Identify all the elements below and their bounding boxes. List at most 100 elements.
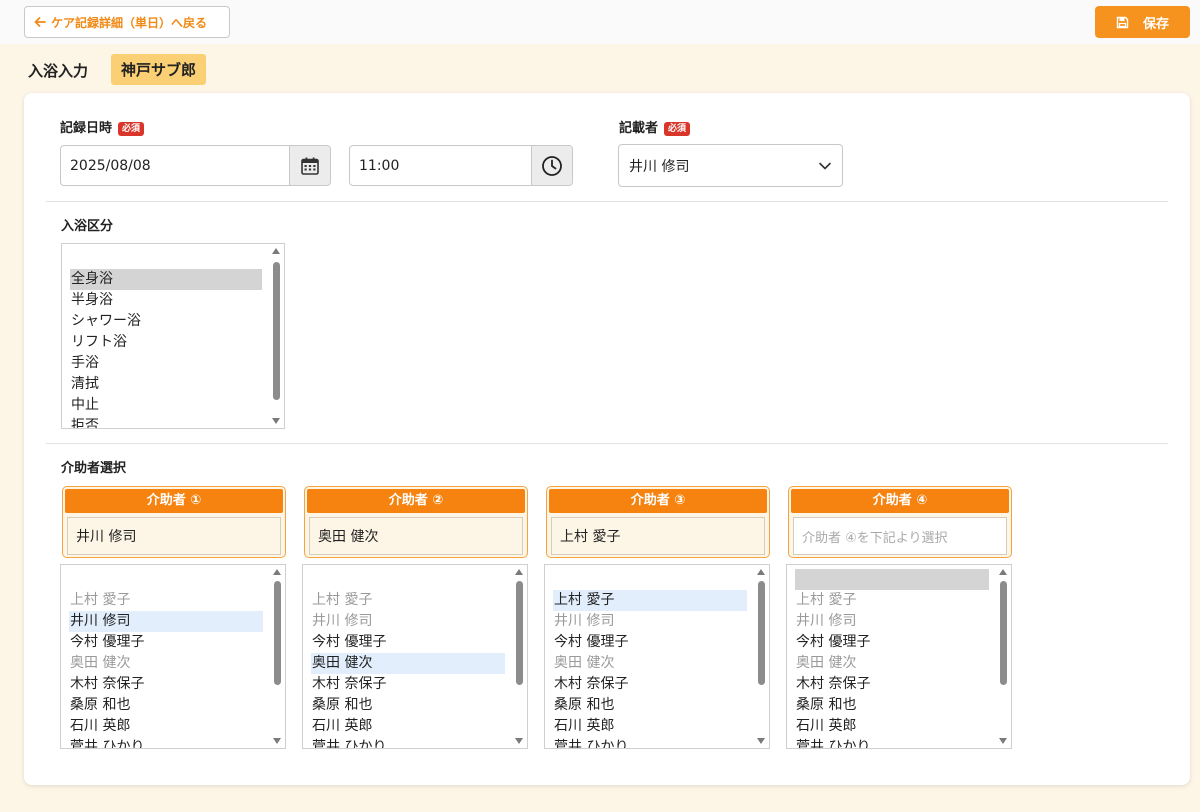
date-input-group [60, 145, 331, 186]
helper-option[interactable]: 井川 修司 [311, 611, 505, 632]
helper-card-1: 介助者 ① 井川 修司 [62, 486, 286, 558]
bath-type-scrollbar[interactable] [271, 246, 282, 426]
bath-type-option[interactable]: 半身浴 [70, 290, 262, 311]
scroll-up-icon[interactable] [273, 569, 281, 575]
helper-option[interactable]: 石川 英郎 [795, 716, 989, 737]
helper-scrollbar[interactable] [998, 567, 1009, 746]
required-badge: 必須 [118, 122, 145, 136]
save-icon [1116, 16, 1129, 28]
bath-type-option[interactable]: シャワー浴 [70, 311, 262, 332]
scroll-down-icon[interactable] [757, 738, 765, 744]
bath-type-option[interactable]: 中止 [70, 395, 262, 416]
helper-option[interactable]: 今村 優理子 [69, 632, 263, 653]
time-input[interactable] [350, 146, 531, 185]
helper-options: 上村 愛子 井川 修司 今村 優理子 奥田 健次 木村 奈保子 桑原 和也 石川 英郎 菅井 … [795, 569, 989, 748]
helper-option[interactable]: 奥田 健次 [795, 653, 989, 674]
helper-option[interactable]: 桑原 和也 [795, 695, 989, 716]
bath-type-option[interactable]: 清拭 [70, 374, 262, 395]
helper-selected-value[interactable]: 上村 愛子 [551, 517, 765, 555]
scroll-thumb[interactable] [274, 581, 281, 685]
helper-option[interactable]: 菅井 ひかり [69, 737, 263, 748]
helper-option[interactable]: 上村 愛子 [553, 590, 747, 611]
helper-option[interactable]: 菅井 ひかり [795, 737, 989, 748]
recorder-label-text: 記載者 [619, 121, 659, 136]
scroll-thumb[interactable] [273, 262, 280, 400]
date-input[interactable] [61, 146, 289, 185]
helper-option[interactable]: 奥田 健次 [311, 653, 505, 674]
helper-title: 介助者 ② [307, 489, 525, 513]
helper-option[interactable]: 菅井 ひかり [311, 737, 505, 748]
bath-type-option[interactable]: 手浴 [70, 353, 262, 374]
back-button-label: ケア記録詳細（単日）へ戻る [51, 15, 208, 30]
bath-type-label: 入浴区分 [61, 218, 113, 236]
scroll-thumb[interactable] [516, 581, 523, 685]
helper-options: 上村 愛子 井川 修司 今村 優理子 奥田 健次 木村 奈保子 桑原 和也 石川 英郎 菅井 … [69, 590, 263, 748]
helper-selected-value[interactable]: 井川 修司 [67, 517, 281, 555]
helper-option[interactable]: 木村 奈保子 [553, 674, 747, 695]
helper-option[interactable]: 井川 修司 [553, 611, 747, 632]
section-divider [46, 201, 1168, 202]
helper-card-2: 介助者 ② 奥田 健次 [304, 486, 528, 558]
bath-type-listbox[interactable]: 全身浴 半身浴 シャワー浴 リフト浴 手浴 清拭 中止 拒否 [61, 243, 285, 429]
scroll-thumb[interactable] [1000, 581, 1007, 685]
scroll-up-icon[interactable] [272, 248, 280, 254]
helper-option[interactable]: 今村 優理子 [553, 632, 747, 653]
scroll-thumb[interactable] [758, 581, 765, 685]
helper-option[interactable]: 今村 優理子 [311, 632, 505, 653]
top-bar: ケア記録詳細（単日）へ戻る 保存 [0, 0, 1200, 44]
helper-option[interactable]: 上村 愛子 [795, 590, 989, 611]
helper-listbox-1[interactable]: 上村 愛子 井川 修司 今村 優理子 奥田 健次 木村 奈保子 桑原 和也 石川 英郎 菅井 … [60, 564, 286, 749]
scroll-up-icon[interactable] [999, 569, 1007, 575]
helper-option[interactable]: 石川 英郎 [553, 716, 747, 737]
scroll-up-icon[interactable] [515, 569, 523, 575]
save-button[interactable]: 保存 [1095, 6, 1190, 38]
calendar-button[interactable] [289, 146, 330, 185]
recorder-label: 記載者 必須 [619, 120, 691, 138]
helper-scrollbar[interactable] [756, 567, 767, 746]
helper-section-label-text: 介助者選択 [61, 461, 127, 476]
back-button[interactable]: ケア記録詳細（単日）へ戻る [24, 6, 230, 38]
helper-selected-value[interactable]: 介助者 ④を下記より選択 [793, 517, 1007, 555]
helper-option[interactable]: 井川 修司 [795, 611, 989, 632]
helper-title: 介助者 ③ [549, 489, 767, 513]
helper-option[interactable]: 桑原 和也 [69, 695, 263, 716]
clock-button[interactable] [531, 146, 572, 185]
scroll-down-icon[interactable] [999, 738, 1007, 744]
helper-listbox-3[interactable]: 上村 愛子 井川 修司 今村 優理子 奥田 健次 木村 奈保子 桑原 和也 石川 英郎 菅井 … [544, 564, 770, 749]
helper-option[interactable]: 木村 奈保子 [311, 674, 505, 695]
record-datetime-label: 記録日時 必須 [60, 120, 145, 138]
helper-option[interactable]: 奥田 健次 [553, 653, 747, 674]
helper-option[interactable]: 今村 優理子 [795, 632, 989, 653]
helper-option[interactable]: 奥田 健次 [69, 653, 263, 674]
helper-option[interactable]: 石川 英郎 [311, 716, 505, 737]
arrow-left-icon [34, 17, 46, 27]
helper-option[interactable]: 木村 奈保子 [795, 674, 989, 695]
bath-type-option[interactable]: 全身浴 [70, 269, 262, 290]
helper-option[interactable]: 石川 英郎 [69, 716, 263, 737]
helper-listbox-4[interactable]: 上村 愛子 井川 修司 今村 優理子 奥田 健次 木村 奈保子 桑原 和也 石川 英郎 菅井 … [786, 564, 1012, 749]
bath-type-option[interactable]: 拒否 [70, 416, 262, 428]
helper-options: 上村 愛子 井川 修司 今村 優理子 奥田 健次 木村 奈保子 桑原 和也 石川 英郎 菅井 … [553, 590, 747, 748]
clock-icon [542, 155, 562, 176]
helper-option[interactable]: 上村 愛子 [69, 590, 263, 611]
helper-option[interactable]: 菅井 ひかり [553, 737, 747, 748]
helper-card-3: 介助者 ③ 上村 愛子 [546, 486, 770, 558]
helper-scrollbar[interactable] [272, 567, 283, 746]
scroll-down-icon[interactable] [515, 738, 523, 744]
recorder-select[interactable]: 井川 修司 [618, 144, 843, 187]
helper-option[interactable]: 桑原 和也 [311, 695, 505, 716]
helper-selected-value[interactable]: 奥田 健次 [309, 517, 523, 555]
helper-scrollbar[interactable] [514, 567, 525, 746]
helper-option[interactable]: 井川 修司 [69, 611, 263, 632]
scroll-up-icon[interactable] [757, 569, 765, 575]
helper-option[interactable]: 木村 奈保子 [69, 674, 263, 695]
bath-type-option[interactable]: リフト浴 [70, 332, 262, 353]
helper-option[interactable]: 上村 愛子 [311, 590, 505, 611]
helper-option-empty[interactable] [795, 569, 989, 590]
scroll-down-icon[interactable] [273, 738, 281, 744]
save-button-label: 保存 [1142, 16, 1169, 32]
helper-listbox-2[interactable]: 上村 愛子 井川 修司 今村 優理子 奥田 健次 木村 奈保子 桑原 和也 石川 英郎 菅井 … [302, 564, 528, 749]
scroll-down-icon[interactable] [272, 418, 280, 424]
helper-section-label: 介助者選択 [61, 460, 126, 478]
helper-option[interactable]: 桑原 和也 [553, 695, 747, 716]
